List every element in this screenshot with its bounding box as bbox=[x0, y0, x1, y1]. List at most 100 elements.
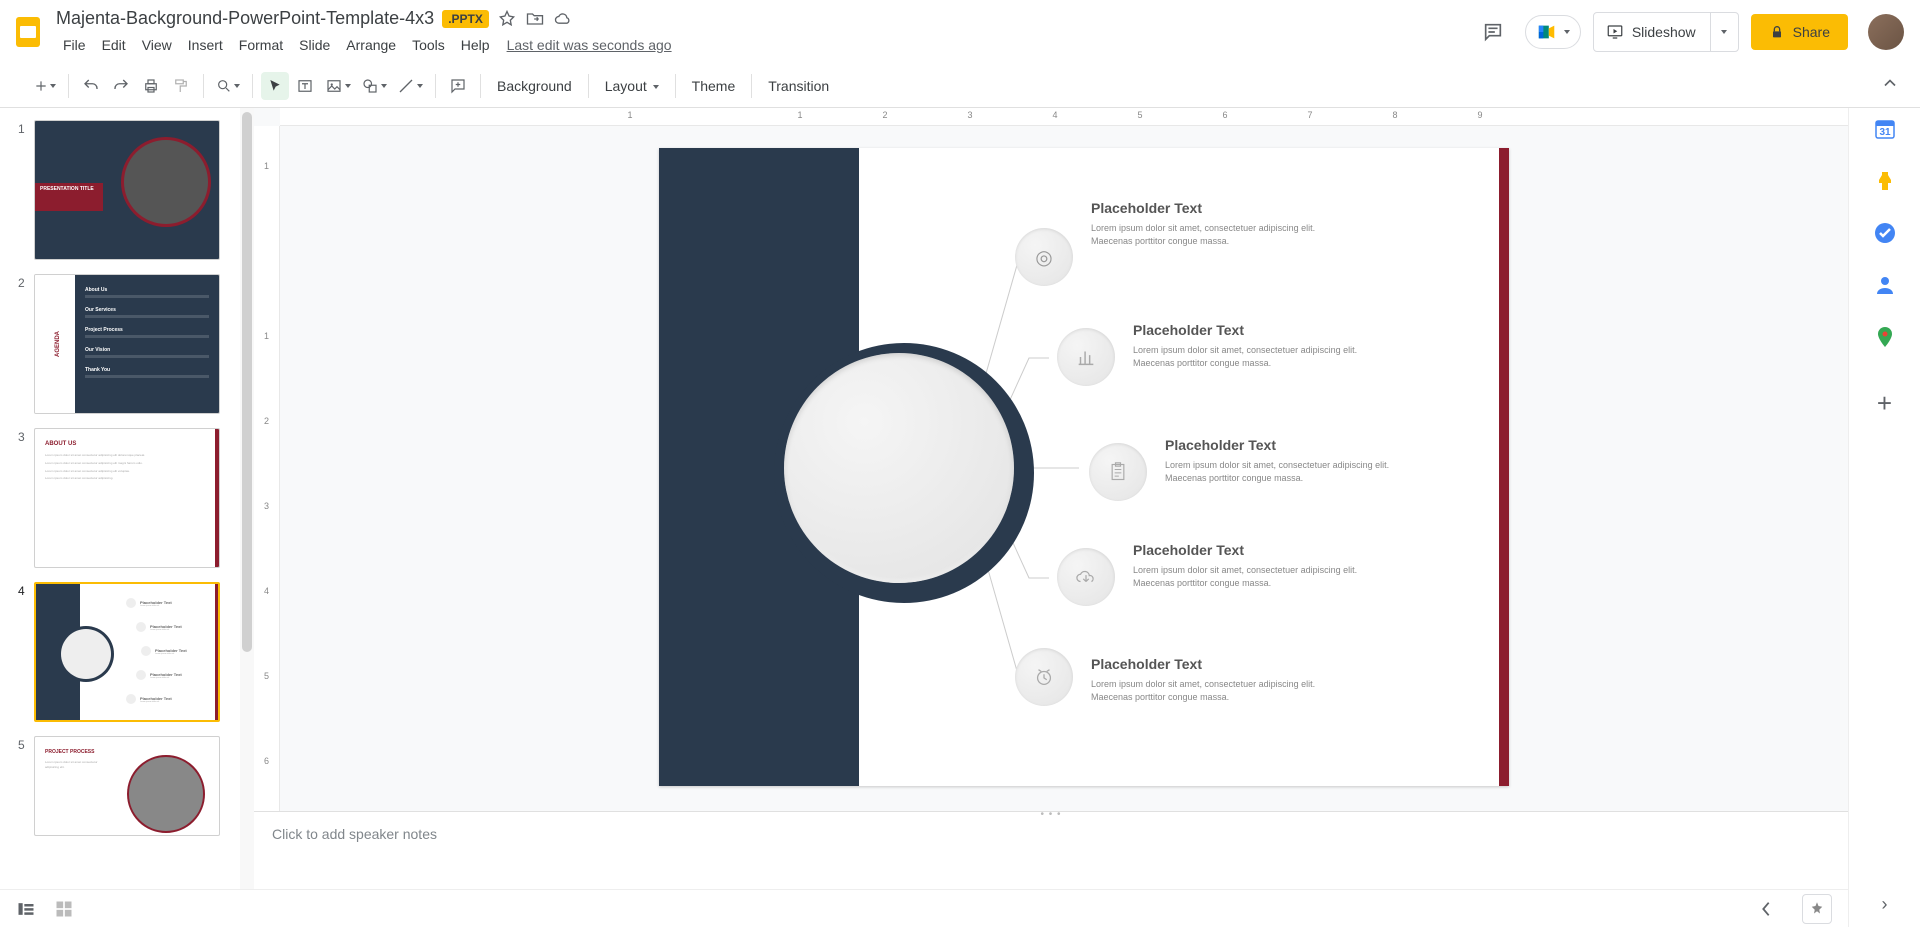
chart-icon bbox=[1057, 328, 1115, 386]
explore-button[interactable] bbox=[1802, 894, 1832, 924]
menu-arrange[interactable]: Arrange bbox=[339, 33, 403, 57]
item-body: Lorem ipsum dolor sit amet, consectetuer… bbox=[1133, 564, 1373, 589]
slideshow-dropdown[interactable] bbox=[1710, 13, 1738, 51]
maps-addon[interactable] bbox=[1872, 324, 1898, 350]
undo-button[interactable] bbox=[77, 72, 105, 100]
menu-slide[interactable]: Slide bbox=[292, 33, 337, 57]
grid-view-icon[interactable] bbox=[54, 899, 74, 919]
background-button[interactable]: Background bbox=[489, 74, 580, 98]
big-circle bbox=[784, 353, 1014, 583]
person-icon bbox=[1873, 273, 1897, 297]
comment-tool[interactable] bbox=[444, 72, 472, 100]
thumbnail[interactable]: AGENDA About Us Our Services Project Pro… bbox=[34, 274, 220, 414]
cloud-status-icon[interactable] bbox=[553, 9, 573, 29]
menu-view[interactable]: View bbox=[135, 33, 179, 57]
calendar-addon[interactable]: 31 bbox=[1872, 116, 1898, 142]
last-edit-link[interactable]: Last edit was seconds ago bbox=[507, 37, 672, 53]
redo-icon bbox=[112, 77, 130, 95]
main-area: 1 PRESENTATION TITLE 2 AGENDA About Us O… bbox=[0, 108, 1848, 889]
thumbnail[interactable]: PRESENTATION TITLE bbox=[34, 120, 220, 260]
collapse-toolbar-button[interactable] bbox=[1880, 73, 1900, 98]
menu-help[interactable]: Help bbox=[454, 33, 497, 57]
notes-drag-handle[interactable]: • • • bbox=[1031, 809, 1071, 815]
redo-button[interactable] bbox=[107, 72, 135, 100]
slide-accent-bar bbox=[1499, 148, 1509, 786]
chevron-down-icon bbox=[1564, 30, 1570, 34]
slide-stage[interactable]: ◎ Placeholder TextLorem ipsum dolor sit … bbox=[659, 148, 1509, 786]
keep-addon[interactable] bbox=[1872, 168, 1898, 194]
thumb-title: PROJECT PROCESS bbox=[45, 749, 209, 755]
slide-number: 1 bbox=[18, 120, 34, 136]
share-label: Share bbox=[1793, 24, 1830, 40]
theme-button[interactable]: Theme bbox=[684, 74, 744, 98]
slide-thumb-5[interactable]: 5 PROJECT PROCESS Lorem ipsum dolor sit … bbox=[18, 736, 254, 836]
menu-format[interactable]: Format bbox=[232, 33, 290, 57]
meet-icon bbox=[1536, 22, 1558, 42]
item-title: Placeholder Text bbox=[1133, 542, 1373, 558]
star-icon[interactable] bbox=[497, 9, 517, 29]
slideshow-button[interactable]: Slideshow bbox=[1594, 13, 1710, 51]
slide-filmstrip: 1 PRESENTATION TITLE 2 AGENDA About Us O… bbox=[0, 108, 254, 889]
speaker-notes[interactable]: • • • Click to add speaker notes bbox=[254, 811, 1848, 889]
svg-text:31: 31 bbox=[1879, 127, 1891, 138]
explore-icon bbox=[1808, 900, 1826, 918]
menu-edit[interactable]: Edit bbox=[95, 33, 133, 57]
slide-thumb-2[interactable]: 2 AGENDA About Us Our Services Project P… bbox=[18, 274, 254, 414]
collapse-side-panel[interactable]: › bbox=[1882, 894, 1888, 915]
tasks-addon[interactable] bbox=[1872, 220, 1898, 246]
line-tool[interactable] bbox=[393, 72, 427, 100]
thumbnail[interactable]: Placeholder TextLorem ipsum dolor sit Pl… bbox=[34, 582, 220, 722]
menu-insert[interactable]: Insert bbox=[181, 33, 230, 57]
shape-tool[interactable] bbox=[357, 72, 391, 100]
move-folder-icon[interactable] bbox=[525, 9, 545, 29]
layout-button[interactable]: Layout bbox=[597, 74, 667, 98]
slide-thumb-3[interactable]: 3 ABOUT US Lorem ipsum dolor sit amet co… bbox=[18, 428, 254, 568]
comments-button[interactable] bbox=[1473, 12, 1513, 52]
add-comment-icon bbox=[449, 77, 467, 95]
shape-icon bbox=[361, 77, 379, 95]
thumbnail[interactable]: PROJECT PROCESS Lorem ipsum dolor sit am… bbox=[34, 736, 220, 836]
item-body: Lorem ipsum dolor sit amet, consectetuer… bbox=[1091, 222, 1331, 247]
account-avatar[interactable] bbox=[1868, 14, 1904, 50]
item-body: Lorem ipsum dolor sit amet, consectetuer… bbox=[1165, 459, 1405, 484]
slide-number: 3 bbox=[18, 428, 34, 444]
slide-item-2: Placeholder TextLorem ipsum dolor sit am… bbox=[1057, 328, 1373, 386]
transition-button[interactable]: Transition bbox=[760, 74, 837, 98]
clock-icon bbox=[1015, 648, 1073, 706]
chevron-down-icon bbox=[417, 84, 423, 88]
tasks-icon bbox=[1873, 221, 1897, 245]
slide-item-4: Placeholder TextLorem ipsum dolor sit am… bbox=[1057, 548, 1373, 606]
new-slide-button[interactable] bbox=[30, 72, 60, 100]
filmstrip-view-icon[interactable] bbox=[16, 899, 36, 919]
select-tool[interactable] bbox=[261, 72, 289, 100]
chevron-down-icon bbox=[1721, 30, 1727, 34]
textbox-tool[interactable] bbox=[291, 72, 319, 100]
item-body: Lorem ipsum dolor sit amet, consectetuer… bbox=[1091, 678, 1331, 703]
slide-thumb-1[interactable]: 1 PRESENTATION TITLE bbox=[18, 120, 254, 260]
item-title: Placeholder Text bbox=[1091, 656, 1331, 672]
image-tool[interactable] bbox=[321, 72, 355, 100]
maps-icon bbox=[1873, 325, 1897, 349]
share-button[interactable]: Share bbox=[1751, 14, 1848, 50]
slide-number: 2 bbox=[18, 274, 34, 290]
menu-tools[interactable]: Tools bbox=[405, 33, 452, 57]
zoom-button[interactable] bbox=[212, 72, 244, 100]
filmstrip-scrollbar[interactable] bbox=[240, 108, 254, 889]
menu-file[interactable]: File bbox=[56, 33, 93, 57]
menu-bar: File Edit View Insert Format Slide Arran… bbox=[56, 33, 1473, 57]
slide-thumb-4[interactable]: 4 Placeholder TextLorem ipsum dolor sit … bbox=[18, 582, 254, 722]
meet-button[interactable] bbox=[1525, 15, 1581, 49]
contacts-addon[interactable] bbox=[1872, 272, 1898, 298]
chevron-down-icon bbox=[653, 85, 659, 89]
slide-canvas[interactable]: 1 1 2 3 4 5 6 7 8 9 1123456 bbox=[254, 108, 1848, 889]
paint-format-button[interactable] bbox=[167, 72, 195, 100]
get-addons-button[interactable]: + bbox=[1877, 388, 1892, 419]
thumbnail[interactable]: ABOUT US Lorem ipsum dolor sit amet cons… bbox=[34, 428, 220, 568]
slides-logo[interactable] bbox=[8, 12, 48, 52]
print-button[interactable] bbox=[137, 72, 165, 100]
chevron-left-icon[interactable] bbox=[1760, 900, 1772, 918]
chevron-down-icon bbox=[381, 84, 387, 88]
notes-placeholder[interactable]: Click to add speaker notes bbox=[272, 826, 437, 842]
document-title[interactable]: Majenta-Background-PowerPoint-Template-4… bbox=[56, 8, 434, 29]
footer bbox=[0, 889, 1848, 927]
